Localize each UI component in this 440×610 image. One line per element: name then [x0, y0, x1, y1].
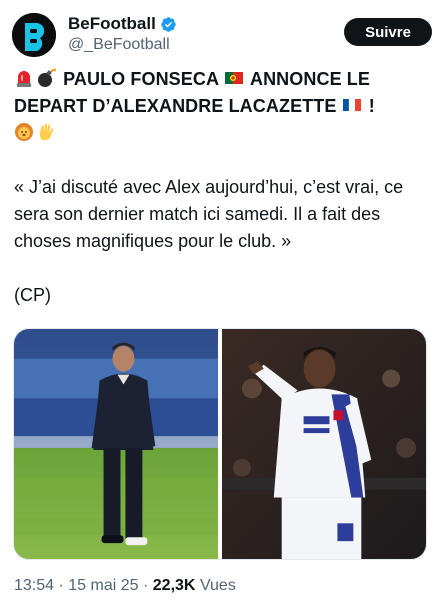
bomb-icon — [38, 68, 56, 87]
account-names: BeFootball @_BeFootball — [68, 14, 177, 56]
views-label: Vues — [199, 577, 236, 594]
coach-photo-illustration — [14, 329, 218, 559]
player-photo-illustration — [222, 329, 426, 559]
waving-hand-icon — [39, 123, 54, 141]
tweet-quote: « J’ai discuté avec Alex aujourd’hui, c’… — [14, 177, 404, 251]
tweet-time[interactable]: 13:54 — [14, 577, 54, 594]
tweet-header: BeFootball @_BeFootball Suivre — [12, 10, 432, 62]
tweet-date[interactable]: 15 mai 25 — [68, 577, 138, 594]
tweet-headline: PAULO FONSECA ANNONCE LE DEPART D’ALEXAN… — [14, 66, 428, 147]
account-avatar[interactable] — [12, 13, 56, 57]
tweet-text: PAULO FONSECA ANNONCE LE DEPART D’ALEXAN… — [14, 66, 428, 309]
coach-on-pitch-photo[interactable] — [14, 329, 218, 559]
follow-button[interactable]: Suivre — [344, 18, 432, 46]
display-name[interactable]: BeFootball — [68, 14, 156, 34]
account-handle[interactable]: @_BeFootball — [68, 34, 177, 56]
tweet-metadata: 13:54 · 15 mai 25 · 22,3K Vues — [14, 577, 236, 595]
player-celebrating-photo[interactable] — [222, 329, 426, 559]
portugal-flag-icon — [224, 72, 243, 84]
lion-face-icon — [15, 123, 33, 141]
view-count: 22,3K — [152, 577, 196, 594]
france-flag-icon — [342, 98, 361, 112]
media-grid — [13, 328, 427, 560]
verified-badge-icon — [161, 16, 176, 32]
meta-separator: · — [143, 577, 149, 594]
meta-separator: · — [58, 577, 64, 594]
tweet-signoff: (CP) — [14, 285, 51, 305]
befootball-logo-icon — [12, 13, 56, 57]
rotating-light-icon — [17, 71, 31, 87]
